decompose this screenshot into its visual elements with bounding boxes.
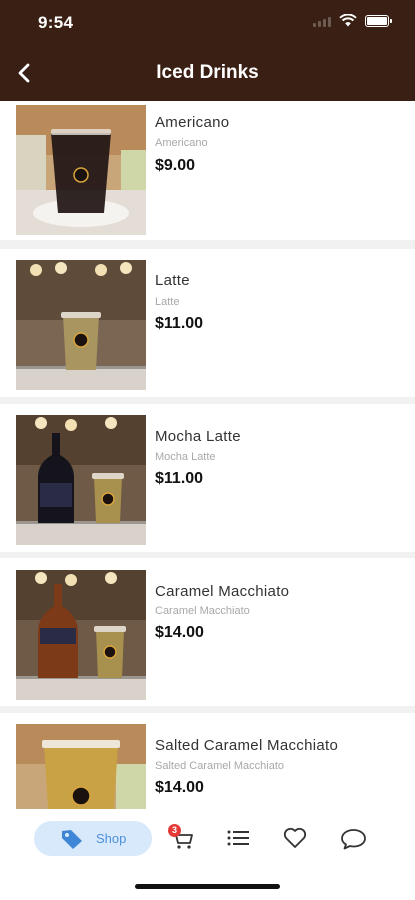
product-list[interactable]: Americano Americano $9.00 Latte Latte $1…	[0, 101, 415, 809]
product-name: Salted Caramel Macchiato	[155, 737, 339, 754]
wifi-icon	[339, 14, 357, 27]
product-price: $9.00	[155, 157, 196, 174]
home-indicator	[135, 884, 280, 889]
product-subtitle: Caramel Macchiato	[155, 605, 250, 617]
product-price: $11.00	[155, 470, 204, 487]
product-image	[16, 105, 146, 235]
nav-chat-button[interactable]	[340, 827, 367, 856]
status-icons	[313, 14, 392, 27]
product-item[interactable]: Salted Caramel Macchiato Salted Caramel …	[0, 713, 415, 809]
heart-icon	[283, 827, 307, 848]
chat-icon	[341, 829, 366, 850]
product-price: $11.00	[155, 315, 204, 332]
list-icon	[227, 830, 249, 846]
product-name: Americano	[155, 114, 230, 131]
tag-icon	[62, 830, 82, 849]
nav-list-button[interactable]	[226, 828, 250, 853]
product-item[interactable]: Americano Americano $9.00	[0, 101, 415, 240]
battery-icon	[365, 14, 392, 27]
product-subtitle: Mocha Latte	[155, 451, 216, 463]
product-name: Caramel Macchiato	[155, 583, 290, 600]
product-subtitle: Salted Caramel Macchiato	[155, 760, 285, 772]
product-image	[16, 260, 146, 390]
product-image	[16, 570, 146, 700]
product-subtitle: Americano	[155, 137, 208, 149]
product-item[interactable]: Mocha Latte Mocha Latte $11.00	[0, 404, 415, 552]
product-subtitle: Latte	[155, 296, 180, 308]
product-image	[16, 415, 146, 545]
product-name: Latte	[155, 272, 190, 289]
page-title: Iced Drinks	[156, 62, 259, 83]
nav-shop-label: Shop	[96, 831, 127, 846]
product-price: $14.00	[155, 779, 204, 796]
signal-icon	[313, 15, 331, 27]
cart-badge: 3	[168, 824, 181, 837]
status-bar: 9:54	[0, 0, 415, 46]
status-time: 9:54	[38, 13, 74, 32]
product-image	[16, 724, 146, 809]
product-item[interactable]: Caramel Macchiato Caramel Macchiato $14.…	[0, 558, 415, 706]
nav-shop-button[interactable]: Shop	[34, 821, 152, 856]
app-header: Iced Drinks	[0, 46, 415, 101]
product-price: $14.00	[155, 624, 204, 641]
product-item[interactable]: Latte Latte $11.00	[0, 249, 415, 397]
nav-favorites-button[interactable]	[283, 827, 307, 854]
product-name: Mocha Latte	[155, 428, 241, 445]
